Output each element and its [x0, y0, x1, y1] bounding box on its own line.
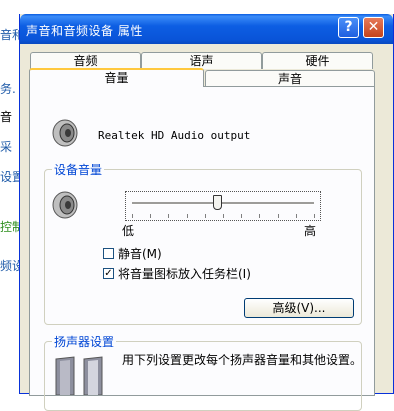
slider-tick	[277, 214, 279, 218]
background-text-2: 务.	[0, 82, 16, 96]
slider-tick	[204, 214, 206, 218]
volume-slider[interactable]	[125, 191, 321, 221]
background-text-4: 采	[0, 140, 13, 154]
tab-sounds[interactable]: 声音	[205, 70, 375, 87]
speaker-settings-description: 用下列设置更改每个扬声器音量和其他设置。	[122, 353, 363, 367]
mute-checkbox[interactable]	[103, 248, 114, 259]
title-bar[interactable]: 声音和音频设备 属性 ? ✕	[20, 14, 393, 44]
slider-track	[132, 202, 314, 205]
volume-low-label: 低	[122, 224, 135, 238]
help-button[interactable]: ?	[338, 17, 359, 38]
tab-voice[interactable]: 语声	[141, 52, 262, 69]
slider-tick	[150, 214, 152, 218]
properties-dialog: 声音和音频设备 属性 ? ✕ 音频 语声 硬件 音量 声音 Realtek HD…	[19, 14, 394, 411]
slider-tick	[168, 214, 170, 218]
tab-panel: Realtek HD Audio output 设备音量 低 高 静音(M) ✓…	[29, 86, 375, 411]
slider-tick	[295, 214, 297, 218]
advanced-button[interactable]: 高级(V)...	[244, 298, 354, 318]
tab-volume[interactable]: 音量	[29, 68, 204, 87]
slider-tick	[314, 214, 315, 218]
speaker-settings-title: 扬声器设置	[52, 333, 117, 350]
speaker-icon	[52, 119, 78, 147]
tab-audio[interactable]: 音频	[30, 52, 141, 69]
slider-tick	[132, 214, 133, 218]
device-volume-title: 设备音量	[52, 161, 105, 178]
volume-speaker-icon	[52, 191, 78, 219]
background-app-strip	[0, 0, 20, 386]
mute-label[interactable]: 静音(M)	[118, 245, 162, 262]
slider-tick	[259, 214, 261, 218]
tab-hardware[interactable]: 硬件	[262, 52, 373, 69]
device-name: Realtek HD Audio output	[98, 129, 251, 142]
slider-tick	[223, 214, 224, 218]
background-text-3: 音	[0, 110, 13, 124]
volume-high-label: 高	[304, 224, 317, 238]
slider-tick	[186, 214, 188, 218]
tray-icon-label[interactable]: 将音量图标放入任务栏(I)	[118, 265, 251, 282]
speakers-icon	[55, 356, 103, 395]
slider-tick	[241, 214, 243, 218]
window-title: 声音和音频设备 属性	[26, 24, 143, 38]
slider-thumb[interactable]	[213, 195, 223, 210]
close-button[interactable]: ✕	[363, 17, 384, 38]
tray-icon-checkbox[interactable]: ✓	[103, 268, 114, 279]
